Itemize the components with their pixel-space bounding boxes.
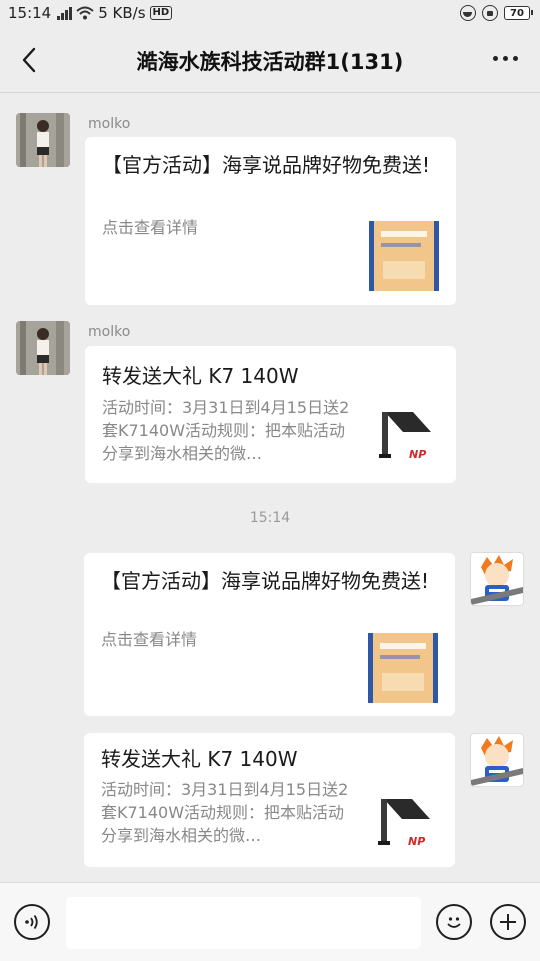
card-thumbnail: NP — [373, 402, 443, 472]
lamp-image — [378, 799, 430, 845]
avatar-molko[interactable] — [16, 321, 70, 375]
avatar-image — [16, 321, 70, 375]
lamp-image — [379, 412, 431, 458]
sender-name: molko — [88, 324, 131, 340]
battery-icon: 70 — [504, 6, 533, 20]
status-bar: 15:14 5 KB/s HD 70 — [0, 0, 540, 28]
dot — [513, 56, 518, 61]
more-button[interactable] — [493, 56, 518, 61]
avatar-image — [471, 555, 523, 605]
hd-icon: HD — [149, 6, 173, 20]
more-functions-button[interactable] — [490, 904, 526, 940]
card-title: 【官方活动】海享说品牌好物免费送! — [102, 153, 431, 177]
status-time: 15:14 — [8, 4, 52, 22]
lock-icon — [482, 5, 498, 21]
card-description: 点击查看详情 — [101, 630, 198, 649]
link-card[interactable]: 【官方活动】海享说品牌好物免费送! 点击查看详情 — [84, 553, 455, 716]
back-button[interactable] — [14, 44, 44, 76]
avatar-self[interactable] — [470, 733, 524, 787]
card-thumbnail: NP — [372, 789, 442, 859]
dot — [493, 56, 498, 61]
voice-button[interactable] — [14, 904, 50, 940]
emoji-button[interactable] — [436, 904, 472, 940]
chat-header: 澔海水族科技活动群1(131) — [0, 28, 540, 93]
link-card[interactable]: 【官方活动】海享说品牌好物免费送! 点击查看详情 — [85, 137, 456, 305]
wifi-icon — [76, 6, 94, 20]
dot — [503, 56, 508, 61]
avatar-molko[interactable] — [16, 113, 70, 167]
avatar-image — [471, 736, 523, 786]
card-description: 活动时间：3月31日到4月15日送2套K7140W活动规则：把本贴活动分享到海水… — [101, 780, 349, 845]
input-bar — [0, 882, 540, 961]
network-speed: 5 KB/s — [98, 4, 146, 22]
card-thumbnail — [369, 221, 439, 291]
smiley-icon — [447, 917, 461, 928]
message-input[interactable] — [66, 897, 421, 949]
link-card[interactable]: 转发送大礼 K7 140W 活动时间：3月31日到4月15日送2套K7140W活… — [85, 346, 456, 483]
eye-comfort-icon — [460, 5, 476, 21]
avatar-self[interactable] — [470, 552, 524, 606]
signal-icon — [57, 6, 73, 20]
card-description: 活动时间：3月31日到4月15日送2套K7140W活动规则：把本贴活动分享到海水… — [102, 398, 350, 463]
card-description: 点击查看详情 — [102, 218, 199, 237]
chat-title: 澔海水族科技活动群1(131) — [136, 50, 404, 74]
thumb-brand: NP — [409, 448, 427, 461]
card-title: 转发送大礼 K7 140W — [102, 364, 299, 388]
card-thumbnail — [368, 633, 438, 703]
plus-icon — [500, 914, 516, 930]
thumb-brand: NP — [408, 835, 426, 848]
card-title: 转发送大礼 K7 140W — [101, 747, 298, 771]
link-card[interactable]: 转发送大礼 K7 140W 活动时间：3月31日到4月15日送2套K7140W活… — [84, 733, 455, 867]
sender-name: molko — [88, 116, 131, 132]
avatar-image — [16, 113, 70, 167]
voice-icon — [25, 914, 38, 930]
message-timestamp: 15:14 — [249, 510, 291, 526]
chevron-left-icon — [22, 47, 36, 73]
card-title: 【官方活动】海享说品牌好物免费送! — [101, 569, 430, 593]
